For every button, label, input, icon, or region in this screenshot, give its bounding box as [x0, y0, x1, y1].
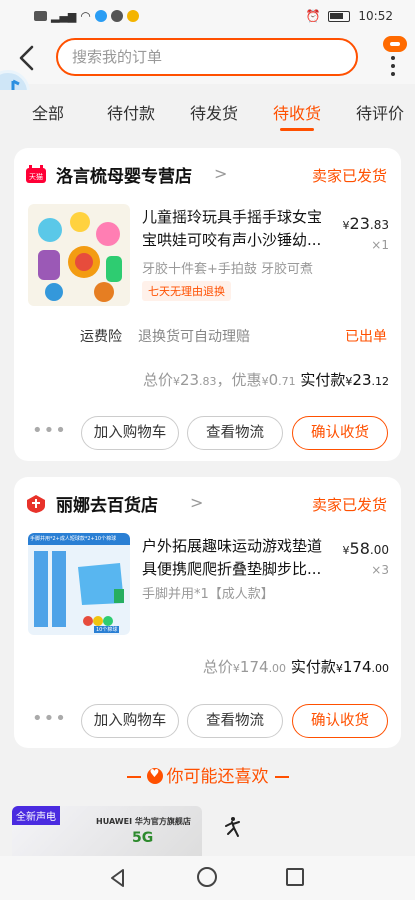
shop-icon — [26, 494, 46, 514]
decor-line — [126, 776, 141, 778]
order-status: 卖家已发货 — [311, 496, 387, 514]
product-image-balls-label: 10个棉球 — [94, 626, 120, 633]
product-quantity: ×3 — [371, 563, 389, 577]
brand-label: HUAWEI 华为官方旗舰店 — [96, 817, 191, 826]
jordan-logo-icon[interactable] — [222, 816, 242, 838]
message-icon — [110, 10, 123, 22]
view-logistics-button[interactable]: 查看物流 — [187, 416, 283, 450]
product-title[interactable]: 户外拓展趣味运动游戏垫道具便携爬爬折叠垫脚步比... — [142, 535, 334, 581]
5g-label: 5G — [132, 830, 154, 846]
order-card: 丽娜去百货店 > 卖家已发货 手脚并用*2+成人短球款*2+10个棉球 10个棉… — [14, 477, 401, 748]
product-image[interactable] — [28, 204, 130, 306]
confirm-receipt-button[interactable]: 确认收货 — [292, 416, 388, 450]
heart-icon — [146, 767, 163, 784]
more-dots-icon — [391, 56, 395, 80]
active-tab-indicator — [280, 128, 314, 131]
nav-home-icon[interactable] — [197, 867, 217, 887]
nav-back-icon[interactable] — [108, 868, 128, 888]
app-notification-icon — [94, 10, 107, 22]
product-spec: 牙胶十件套+手拍鼓 牙胶可煮 — [142, 262, 314, 277]
nav-recent-icon[interactable] — [286, 868, 304, 886]
insurance-label: 运费险 — [80, 329, 122, 345]
view-logistics-button[interactable]: 查看物流 — [187, 704, 283, 738]
hd-icon — [34, 11, 47, 21]
order-totals: 总价¥174.00 实付款¥174.00 — [202, 658, 389, 676]
signal-icon: ▂▄▆ — [51, 9, 77, 23]
paid-amount: 实付款¥174.00 — [290, 658, 389, 676]
chevron-right-icon[interactable]: > — [190, 493, 203, 512]
product-price: ¥23.83 — [342, 214, 389, 233]
back-button[interactable] — [14, 42, 42, 74]
battery-icon — [328, 10, 351, 22]
order-card: 天猫 洛言梳母婴专营店 > 卖家已发货 儿童摇玲玩具手摇手球女宝宝哄娃可咬有声小… — [14, 148, 401, 461]
return-policy-badge: 七天无理由退换 — [142, 281, 231, 301]
insurance-desc: 退换货可自动理赔 — [138, 329, 250, 345]
clock: 10:52 — [358, 9, 393, 23]
paid-amount: 实付款¥23.12 — [300, 371, 389, 389]
status-icons: ▂▄▆ ◠ — [34, 9, 139, 23]
product-quantity: ×1 — [371, 238, 389, 252]
shop-name[interactable]: 洛言梳母婴专营店 — [56, 162, 192, 187]
shop-name[interactable]: 丽娜去百货店 — [56, 491, 158, 516]
insurance-status[interactable]: 已出单 — [345, 326, 387, 346]
tab-pending-shipment[interactable]: 待发货 — [190, 100, 238, 124]
product-title[interactable]: 儿童摇玲玩具手摇手球女宝宝哄娃可咬有声小沙锤幼... — [142, 206, 334, 252]
tab-pending-payment[interactable]: 待付款 — [107, 100, 155, 124]
order-status: 卖家已发货 — [311, 167, 387, 185]
header: 搜索我的订单 — [0, 32, 415, 84]
chevron-right-icon[interactable]: > — [214, 164, 227, 183]
confirm-receipt-button[interactable]: 确认收货 — [292, 704, 388, 738]
tab-all[interactable]: 全部 — [32, 100, 64, 124]
product-price: ¥58.00 — [342, 539, 389, 558]
product-image[interactable]: 手脚并用*2+成人短球款*2+10个棉球 10个棉球 — [28, 533, 130, 635]
order-tabs: 全部 待付款 待发货 待收货 待评价 — [0, 90, 415, 134]
weather-icon — [126, 10, 139, 22]
search-input[interactable]: 搜索我的订单 — [56, 38, 358, 76]
wifi-icon: ◠ — [80, 9, 91, 23]
add-to-cart-button[interactable]: 加入购物车 — [81, 704, 179, 738]
recommend-item[interactable]: 全新声电 HUAWEI 华为官方旗舰店 5G — [12, 806, 202, 856]
add-to-cart-button[interactable]: 加入购物车 — [81, 416, 179, 450]
system-nav-bar — [0, 856, 415, 900]
more-options-icon[interactable]: ••• — [32, 708, 67, 729]
more-options-icon[interactable]: ••• — [32, 420, 67, 441]
tab-pending-receipt[interactable]: 待收货 — [273, 100, 321, 124]
more-menu-button[interactable] — [378, 36, 410, 76]
promo-tag: 全新声电 — [12, 806, 60, 825]
tmall-shop-icon: 天猫 — [26, 165, 46, 185]
recommend-title: 你可能还喜欢 — [0, 762, 415, 787]
chevron-left-icon — [19, 45, 34, 71]
status-bar: ▂▄▆ ◠ ⏰ 10:52 — [0, 0, 415, 32]
svg-text:天猫: 天猫 — [29, 172, 43, 181]
order-totals: 总价¥23.83，优惠¥0.71 实付款¥23.12 — [142, 371, 389, 389]
tab-pending-review[interactable]: 待评价 — [356, 100, 404, 124]
message-badge-icon — [383, 36, 407, 52]
alarm-icon: ⏰ — [305, 9, 321, 23]
product-spec: 手脚并用*1【成人款】 — [142, 587, 274, 602]
decor-line — [274, 776, 289, 778]
